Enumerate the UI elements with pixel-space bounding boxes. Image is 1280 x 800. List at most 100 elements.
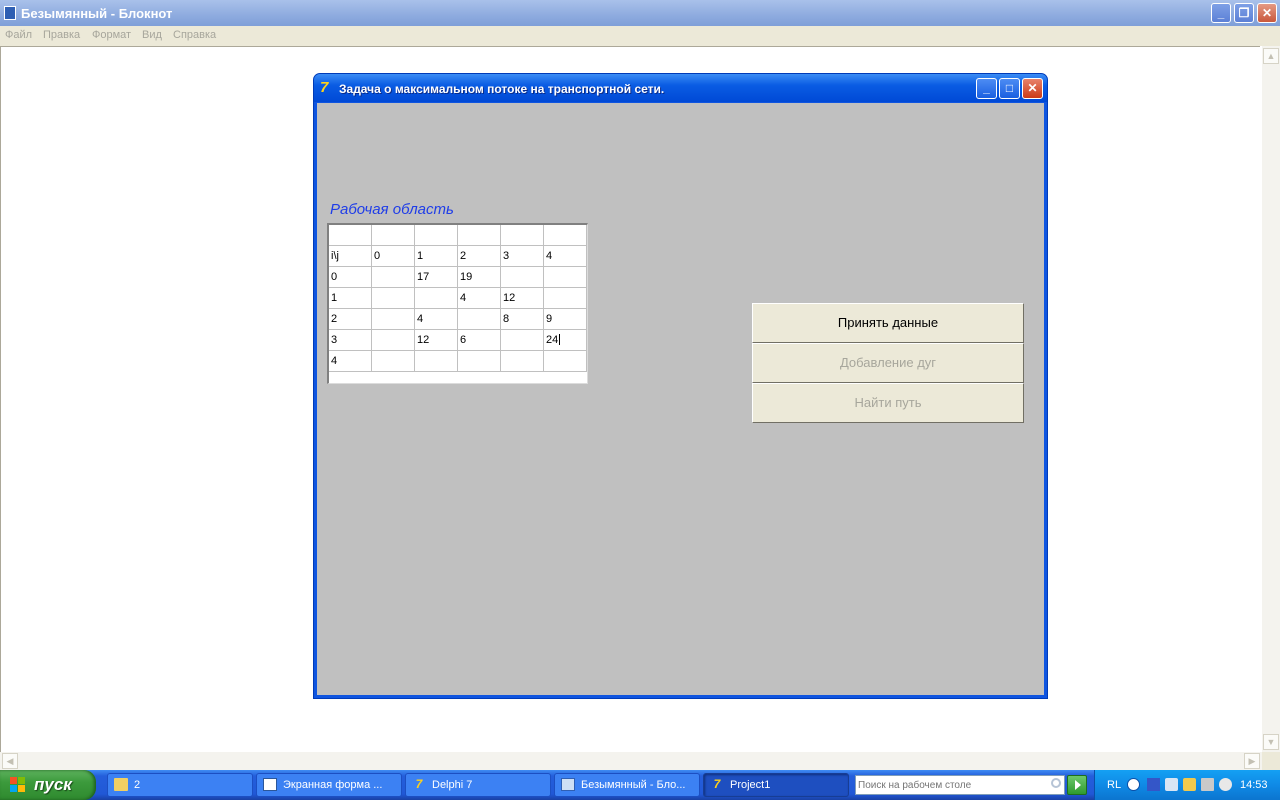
form-client-area: Рабочая область i\j 0 1 2 3 4 0 17 19 1 4 12 2 4 8 9 3 12… xyxy=(317,103,1044,695)
grid-cell[interactable] xyxy=(543,287,587,309)
vertical-scrollbar[interactable]: ▲ ▼ xyxy=(1262,46,1280,752)
grid-cell[interactable]: 0 xyxy=(371,245,415,267)
notepad-title-bar[interactable]: Безымянный - Блокнот _ ❐ ✕ xyxy=(0,0,1280,26)
grid-cell[interactable]: 1 xyxy=(414,245,458,267)
grid-cell[interactable] xyxy=(414,350,458,372)
tray-app-icon[interactable] xyxy=(1147,778,1160,791)
taskbar-item-project1[interactable]: 7 Project1 xyxy=(703,773,849,797)
grid-cell[interactable] xyxy=(543,225,587,246)
grid-cell[interactable] xyxy=(371,350,415,372)
grid-cell[interactable] xyxy=(457,225,501,246)
grid-cell-text: 8 xyxy=(503,313,510,325)
close-button[interactable]: ✕ xyxy=(1257,3,1277,23)
grid-cell[interactable] xyxy=(414,287,458,309)
grid-cell[interactable]: 12 xyxy=(500,287,544,309)
grid-cell[interactable]: 3 xyxy=(500,245,544,267)
taskbar-item-notepad[interactable]: Безымянный - Бло... xyxy=(554,773,700,797)
grid-cell[interactable] xyxy=(500,266,544,288)
data-grid[interactable]: i\j 0 1 2 3 4 0 17 19 1 4 12 2 4 8 9 3 12 6 24 4 xyxy=(327,223,588,384)
form-maximize-button[interactable]: □ xyxy=(999,78,1020,99)
menu-help[interactable]: Справка xyxy=(173,29,216,41)
grid-cell[interactable]: 8 xyxy=(500,308,544,330)
scroll-up-icon[interactable]: ▲ xyxy=(1263,48,1279,64)
grid-cell[interactable] xyxy=(543,350,587,372)
tray-volume-icon[interactable] xyxy=(1219,778,1232,791)
tray-hardware-icon[interactable] xyxy=(1183,778,1196,791)
menu-format[interactable]: Формат xyxy=(92,29,131,41)
taskbar-item-word[interactable]: Экранная форма ... xyxy=(256,773,402,797)
form-title-bar[interactable]: 7 Задача о максимальном потоке на трансп… xyxy=(314,74,1047,102)
scroll-left-icon[interactable]: ◀ xyxy=(2,753,18,769)
restore-button[interactable]: ❐ xyxy=(1234,3,1254,23)
add-arcs-button[interactable]: Добавление дуг xyxy=(752,343,1024,383)
grid-cell[interactable]: 4 xyxy=(457,287,501,309)
form-minimize-button[interactable]: _ xyxy=(976,78,997,99)
start-button[interactable]: пуск xyxy=(0,770,96,800)
grid-cell[interactable] xyxy=(329,225,372,246)
grid-cell[interactable] xyxy=(543,266,587,288)
grid-cell[interactable]: 17 xyxy=(414,266,458,288)
scroll-down-icon[interactable]: ▼ xyxy=(1263,734,1279,750)
taskbar-item-folder[interactable]: 2 xyxy=(107,773,253,797)
grid-cell-text: 3 xyxy=(503,250,510,262)
grid-cell[interactable] xyxy=(371,287,415,309)
grid-cell[interactable]: 2 xyxy=(329,308,372,330)
grid-cell[interactable]: 9 xyxy=(543,308,587,330)
grid-cell[interactable] xyxy=(457,350,501,372)
horizontal-scrollbar[interactable]: ◀ ▶ xyxy=(0,752,1262,770)
grid-cell-text: 19 xyxy=(460,271,473,283)
grid-cell[interactable] xyxy=(414,225,458,246)
menu-file[interactable]: Файл xyxy=(5,29,32,41)
grid-cell[interactable]: 0 xyxy=(329,266,372,288)
minimize-button[interactable]: _ xyxy=(1211,3,1231,23)
grid-cell[interactable] xyxy=(371,225,415,246)
task-label: Project1 xyxy=(730,779,771,791)
language-indicator[interactable]: RL xyxy=(1107,779,1121,791)
grid-cell-text: 2 xyxy=(460,250,467,262)
grid-cell-text: 1 xyxy=(417,250,424,262)
grid-cell[interactable] xyxy=(371,329,415,351)
word-icon xyxy=(263,778,277,791)
grid-cell[interactable]: 4 xyxy=(414,308,458,330)
grid-cell[interactable] xyxy=(500,350,544,372)
grid-cell-text: 3 xyxy=(331,334,338,346)
grid-cell[interactable]: 1 xyxy=(329,287,372,309)
find-path-button[interactable]: Найти путь xyxy=(752,383,1024,423)
start-label: пуск xyxy=(34,775,72,794)
system-tray: RL 14:53 xyxy=(1094,770,1280,800)
grid-cell-text: 4 xyxy=(331,355,338,367)
menu-view[interactable]: Вид xyxy=(142,29,162,41)
grid-cell[interactable]: 6 xyxy=(457,329,501,351)
tray-expand-icon[interactable] xyxy=(1127,778,1140,791)
grid-cell[interactable] xyxy=(371,266,415,288)
grid-cell[interactable]: 19 xyxy=(457,266,501,288)
tray-network-icon[interactable] xyxy=(1165,778,1178,791)
tray-monitor-icon[interactable] xyxy=(1201,778,1214,791)
grid-row: 4 xyxy=(329,350,587,372)
grid-row: i\j 0 1 2 3 4 xyxy=(329,245,587,267)
grid-row: 0 17 19 xyxy=(329,266,587,288)
grid-cell[interactable]: 3 xyxy=(329,329,372,351)
grid-cell[interactable]: 24 xyxy=(543,329,587,351)
grid-cell[interactable] xyxy=(500,329,544,351)
grid-cell[interactable]: i\j xyxy=(329,245,372,267)
search-input[interactable] xyxy=(858,777,1043,793)
grid-cell[interactable]: 12 xyxy=(414,329,458,351)
delphi-icon: 7 xyxy=(320,79,329,96)
grid-row xyxy=(329,225,587,246)
grid-cell[interactable] xyxy=(457,308,501,330)
windows-logo-icon xyxy=(10,777,26,793)
grid-cell[interactable] xyxy=(500,225,544,246)
desktop-search-box[interactable] xyxy=(855,775,1065,795)
search-go-button[interactable] xyxy=(1067,775,1087,795)
accept-data-button[interactable]: Принять данные xyxy=(752,303,1024,343)
grid-cell-text: 0 xyxy=(374,250,381,262)
grid-cell[interactable]: 2 xyxy=(457,245,501,267)
grid-cell[interactable]: 4 xyxy=(329,350,372,372)
taskbar-item-delphi[interactable]: 7 Delphi 7 xyxy=(405,773,551,797)
grid-cell[interactable] xyxy=(371,308,415,330)
scroll-right-icon[interactable]: ▶ xyxy=(1244,753,1260,769)
grid-cell[interactable]: 4 xyxy=(543,245,587,267)
menu-edit[interactable]: Правка xyxy=(43,29,80,41)
form-close-button[interactable]: ✕ xyxy=(1022,78,1043,99)
